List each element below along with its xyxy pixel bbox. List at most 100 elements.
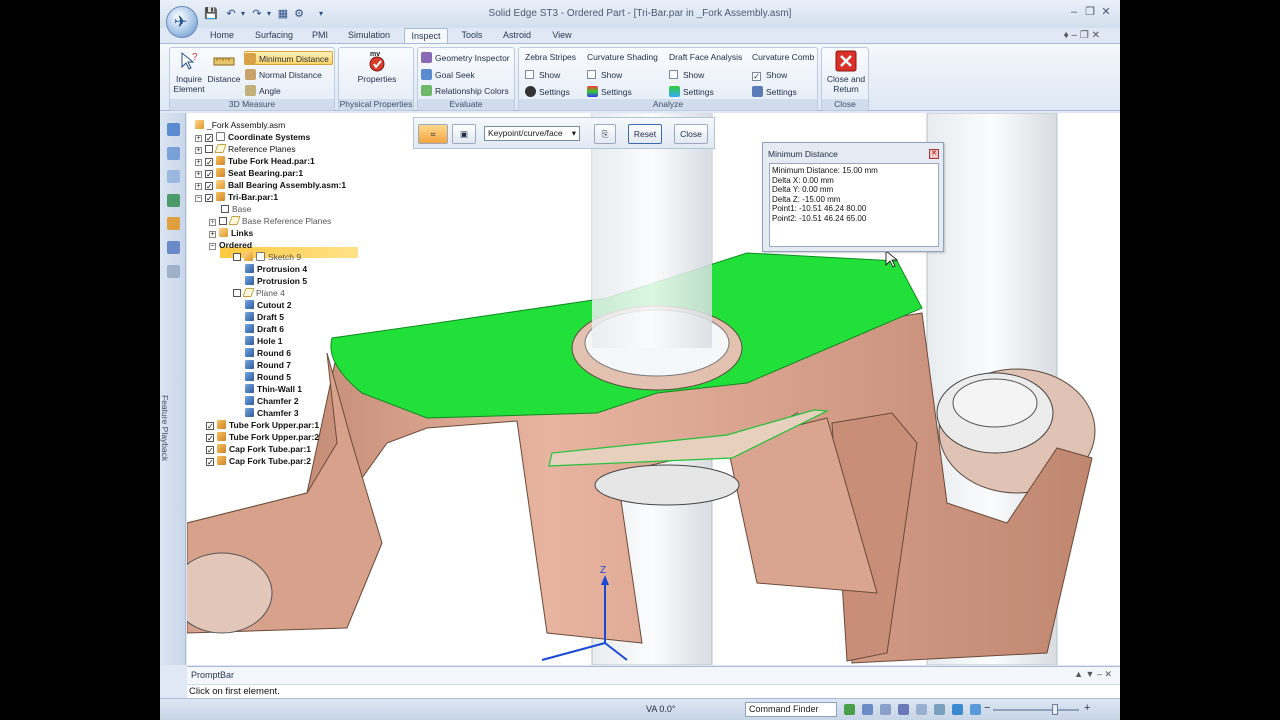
feature-playback-icon[interactable]	[167, 265, 180, 278]
zoom-slider-thumb[interactable]	[1052, 704, 1058, 715]
library-icon[interactable]	[167, 217, 180, 230]
tree-protrusion-5[interactable]: Protrusion 5	[245, 275, 307, 287]
tree-thin-wall-1[interactable]: Thin-Wall 1	[245, 383, 302, 395]
tree-chamfer-3[interactable]: Chamfer 3	[245, 407, 299, 419]
pathfinder-icon[interactable]	[167, 123, 180, 136]
engineering-reference-icon[interactable]	[167, 241, 180, 254]
draft-face-show-checkbox[interactable]	[669, 70, 678, 79]
zebra-show-checkbox[interactable]	[525, 70, 534, 79]
help-icons[interactable]: ♦ – ❐ ✕	[1064, 30, 1100, 41]
visibility-checkbox[interactable]: ✓	[205, 194, 213, 203]
zoom-icon[interactable]	[880, 704, 891, 715]
refresh-icon[interactable]	[844, 704, 855, 715]
curvature-comb-settings-button[interactable]: Settings	[752, 85, 797, 99]
visibility-checkbox[interactable]	[233, 289, 241, 297]
expand-icon[interactable]: +	[195, 183, 202, 190]
zoom-area-icon[interactable]	[862, 704, 873, 715]
minimum-distance-button[interactable]: Minimum Distance	[244, 51, 333, 65]
visibility-checkbox[interactable]: ✓	[205, 134, 213, 143]
application-button[interactable]: ✈	[166, 6, 198, 38]
expand-icon[interactable]: +	[195, 159, 202, 166]
tree-cap-fork-tube-1[interactable]: ✓ Cap Fork Tube.par:1	[206, 443, 311, 455]
view-style-icon[interactable]	[970, 704, 981, 715]
tree-root[interactable]: _Fork Assembly.asm	[195, 119, 285, 131]
view-orientation-icon[interactable]	[952, 704, 963, 715]
tree-hole-1[interactable]: Hole 1	[245, 335, 283, 347]
curvature-shading-show-toggle[interactable]: Show	[587, 68, 622, 82]
select-mode-dropdown[interactable]: Keypoint/curve/face ▾	[484, 126, 580, 141]
visibility-checkbox[interactable]	[221, 205, 229, 213]
goal-seek-button[interactable]: Goal Seek	[421, 68, 475, 82]
tree-base-reference-planes[interactable]: + Base Reference Planes	[209, 215, 331, 227]
expand-icon[interactable]: +	[195, 135, 202, 142]
curvature-shading-show-checkbox[interactable]	[587, 70, 596, 79]
tree-ordered[interactable]: − Ordered	[209, 239, 252, 251]
command-finder-input[interactable]: Command Finder	[745, 702, 837, 717]
reset-button[interactable]: Reset	[628, 124, 662, 144]
tree-tube-fork-upper-1[interactable]: ✓ Tube Fork Upper.par:1	[206, 419, 319, 431]
pan-icon[interactable]	[916, 704, 927, 715]
tree-cap-fork-tube-2[interactable]: ✓ Cap Fork Tube.par:2	[206, 455, 311, 467]
close-icon[interactable]: ✕	[929, 149, 939, 159]
sensors-icon[interactable]	[167, 194, 180, 207]
tree-chamfer-2[interactable]: Chamfer 2	[245, 395, 299, 407]
tree-base[interactable]: Base	[221, 203, 251, 215]
normal-distance-button[interactable]: Normal Distance	[245, 68, 322, 82]
draft-face-show-toggle[interactable]: Show	[669, 68, 704, 82]
graphics-viewport[interactable]: Z _Fork Assembly.asm + ✓ Coordinate System…	[187, 113, 1120, 665]
minimize-button[interactable]: –	[1066, 4, 1082, 20]
tree-cutout-2[interactable]: Cutout 2	[245, 299, 291, 311]
tree-reference-planes[interactable]: + Reference Planes	[195, 143, 296, 155]
rotate-icon[interactable]	[934, 704, 945, 715]
tree-sketch-9[interactable]: Sketch 9	[233, 251, 301, 263]
visibility-checkbox[interactable]: ✓	[206, 458, 214, 467]
visibility-checkbox[interactable]: ✓	[205, 158, 213, 167]
tree-tri-bar[interactable]: − ✓ Tri-Bar.par:1	[195, 191, 278, 203]
restore-button[interactable]: ❐	[1082, 4, 1098, 20]
tab-home[interactable]: Home	[203, 28, 241, 44]
angle-button[interactable]: Angle	[245, 84, 281, 98]
expand-icon[interactable]: +	[195, 147, 202, 154]
tree-round-6[interactable]: Round 6	[245, 347, 291, 359]
fit-icon[interactable]	[898, 704, 909, 715]
zebra-settings-button[interactable]: Settings	[525, 85, 570, 99]
options-button[interactable]: ▣	[452, 124, 476, 144]
curvature-comb-show-checkbox[interactable]: ✓	[752, 72, 761, 81]
geometry-inspector-button[interactable]: Geometry Inspector	[421, 51, 510, 65]
visibility-checkbox[interactable]	[205, 145, 213, 153]
feature-playback-tab[interactable]: Feature Playback	[160, 395, 170, 461]
tab-pmi[interactable]: PMI	[307, 28, 333, 44]
visibility-checkbox[interactable]	[233, 253, 241, 261]
expand-icon[interactable]: +	[209, 219, 216, 226]
tree-coordinate-systems[interactable]: + ✓ Coordinate Systems	[195, 131, 310, 143]
copy-to-clipboard-button[interactable]: ⎘	[594, 124, 616, 144]
visibility-checkbox[interactable]: ✓	[206, 434, 214, 443]
zoom-out-icon[interactable]: −	[984, 702, 990, 714]
collapse-icon[interactable]: −	[209, 243, 216, 250]
zoom-in-icon[interactable]: +	[1084, 702, 1090, 714]
layers-icon[interactable]	[167, 170, 180, 183]
visibility-checkbox[interactable]: ✓	[205, 170, 213, 179]
tree-protrusion-4[interactable]: Protrusion 4	[245, 263, 307, 275]
step-first-element-button[interactable]: ⌗	[418, 124, 448, 144]
expand-icon[interactable]: +	[195, 171, 202, 178]
expand-icon[interactable]: +	[209, 231, 216, 238]
zoom-slider[interactable]	[993, 709, 1079, 711]
prompt-bar-controls[interactable]: ▲ ▼ – ✕	[1074, 669, 1112, 680]
tree-tube-fork-head[interactable]: + ✓ Tube Fork Head.par:1	[195, 155, 315, 167]
tree-round-7[interactable]: Round 7	[245, 359, 291, 371]
curvature-shading-settings-button[interactable]: Settings	[587, 85, 632, 99]
properties-button[interactable]: mv Properties	[353, 50, 401, 84]
tab-surfacing[interactable]: Surfacing	[248, 28, 300, 44]
close-command-button[interactable]: Close	[674, 124, 708, 144]
tab-tools[interactable]: Tools	[455, 28, 489, 44]
curvature-comb-show-toggle[interactable]: ✓ Show	[752, 68, 787, 82]
distance-button[interactable]: Distance	[206, 50, 242, 84]
tab-inspect[interactable]: Inspect	[404, 28, 448, 44]
visibility-checkbox[interactable]	[219, 217, 227, 225]
visibility-checkbox[interactable]: ✓	[206, 446, 214, 455]
tab-simulation[interactable]: Simulation	[343, 28, 395, 44]
tree-ball-bearing-assembly[interactable]: + ✓ Ball Bearing Assembly.asm:1	[195, 179, 346, 191]
relationship-colors-button[interactable]: Relationship Colors	[421, 84, 509, 98]
assembly-tree-icon[interactable]	[167, 147, 180, 160]
